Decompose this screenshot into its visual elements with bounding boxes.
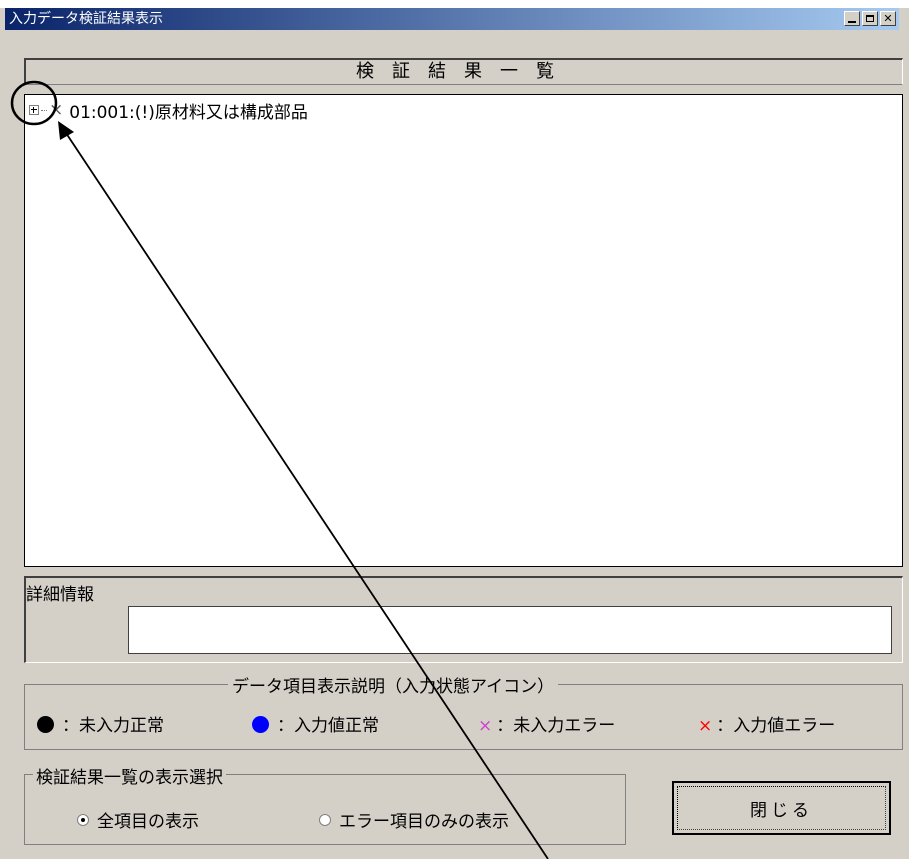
close-button-label: 閉じる	[750, 801, 813, 821]
results-tree[interactable]: × 01:001:(!)原材料又は構成部品	[24, 94, 903, 567]
tree-connector	[41, 109, 47, 111]
tree-item-label: 01:001:(!)原材料又は構成部品	[69, 102, 308, 123]
legend-label: ：未入力正常	[62, 716, 164, 736]
tree-item[interactable]: × 01:001:(!)原材料又は構成部品	[29, 99, 308, 123]
detail-info-field[interactable]	[128, 606, 892, 654]
close-icon: ✕	[883, 12, 893, 25]
maximize-icon	[866, 15, 874, 22]
radio-label: エラー項目のみの表示	[339, 812, 509, 832]
blue-circle-icon	[252, 716, 269, 733]
legend-title: データ項目表示説明（入力状態アイコン）	[228, 672, 559, 697]
radio-all-items[interactable]: 全項目の表示	[77, 807, 199, 832]
legend-item-unentered-ok: ：未入力正常	[37, 711, 164, 736]
legend-item-entered-ok: ：入力値正常	[252, 711, 379, 736]
maximize-button[interactable]	[862, 11, 878, 26]
detail-label: 詳細情報	[26, 585, 94, 605]
legend-item-unentered-error: × ：未入力エラー	[478, 711, 615, 736]
error-status-icon: ×	[49, 100, 64, 120]
expand-plus-icon[interactable]	[29, 105, 39, 115]
close-button[interactable]: 閉じる	[672, 781, 891, 835]
title-bar: 入力データ検証結果表示 ✕	[5, 8, 899, 30]
legend-label: ：入力値エラー	[716, 716, 836, 736]
radio-unchecked-icon[interactable]	[319, 813, 331, 826]
legend-label: ：入力値正常	[277, 716, 379, 736]
legend-label: ：未入力エラー	[496, 716, 616, 736]
results-list-header: 検証結果一覧	[24, 58, 903, 85]
display-selection-group: 検証結果一覧の表示選択 全項目の表示 エラー項目のみの表示	[24, 763, 626, 845]
selection-title: 検証結果一覧の表示選択	[33, 763, 226, 788]
title-bar-buttons: ✕	[844, 11, 896, 26]
validation-result-window: 入力データ検証結果表示 ✕ 検証結果一覧 × 01:001:(!)原材料又は構成…	[0, 8, 909, 859]
minimize-icon	[848, 20, 856, 23]
black-circle-icon	[37, 716, 54, 733]
magenta-cross-icon: ×	[478, 716, 493, 736]
window-title: 入力データ検証結果表示	[9, 11, 163, 27]
legend-item-entered-error: × ：入力値エラー	[698, 711, 835, 736]
detail-panel: 詳細情報	[24, 576, 903, 663]
red-cross-icon: ×	[698, 716, 713, 736]
close-window-button[interactable]: ✕	[880, 11, 896, 26]
radio-checked-icon[interactable]	[77, 813, 89, 826]
icon-legend-group: データ項目表示説明（入力状態アイコン） ：未入力正常 ：入力値正常 × ：未入力エ…	[24, 672, 903, 750]
radio-label: 全項目の表示	[97, 812, 199, 832]
radio-errors-only[interactable]: エラー項目のみの表示	[319, 807, 509, 832]
minimize-button[interactable]	[844, 11, 860, 26]
